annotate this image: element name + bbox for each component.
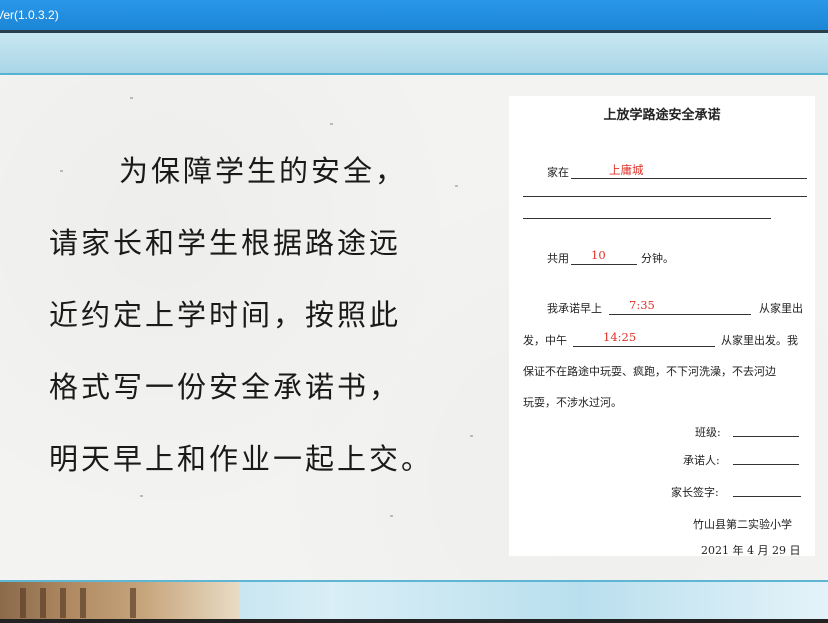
promise-document-image: 上放学路途安全承诺 家在 上庸城 共用 10 分钟。 我承诺早上 7:35 从家…: [509, 96, 815, 557]
slide-footer-band: [0, 580, 828, 623]
instruction-line: 格式写一份安全承诺书，: [49, 370, 402, 404]
class-underline: [733, 436, 799, 437]
class-label: 班级:: [695, 426, 721, 439]
address-underline: [523, 196, 807, 197]
address-underline: [523, 218, 771, 219]
building-window: [20, 588, 26, 618]
building-window: [40, 588, 46, 618]
document-title: 上放学路途安全承诺: [603, 108, 721, 123]
noon-suffix: 从家里出发。我: [721, 334, 798, 347]
building-window: [80, 588, 86, 618]
time-label: 共用: [547, 252, 569, 265]
building-window: [130, 588, 136, 618]
instruction-line: 明天早上和作业一起上交。: [49, 442, 434, 476]
noon-prefix: 发，中午: [523, 334, 567, 347]
paper-speck: [390, 515, 393, 517]
time-value: 10: [591, 248, 606, 262]
instruction-text: 为保障学生的安全， 请家长和学生根据路途远 近约定上学时间，按照此 格式写一份安…: [49, 143, 459, 503]
noon-time: 14:25: [603, 330, 637, 344]
promisor-underline: [733, 464, 799, 465]
time-underline: [571, 264, 637, 265]
morning-time: 7:35: [629, 298, 655, 312]
home-underline: [571, 178, 807, 179]
guarantee-line: 玩耍，不涉水过河。: [523, 396, 622, 409]
instruction-line: 为保障学生的安全，: [119, 154, 408, 188]
bottom-edge: [0, 619, 828, 623]
paper-speck: [130, 97, 133, 99]
guarantee-line: 保证不在路途中玩耍、疯跑，不下河洗澡，不去河边: [523, 365, 776, 378]
parent-signature-underline: [733, 496, 801, 497]
instruction-line: 近约定上学时间，按照此: [49, 298, 402, 332]
building-window: [60, 588, 66, 618]
parent-signature-label: 家长签字:: [671, 486, 719, 499]
morning-suffix: 从家里出: [759, 302, 803, 315]
time-unit: 分钟。: [641, 252, 674, 265]
noon-underline: [573, 346, 715, 347]
title-bar: Ver(1.0.3.2): [0, 0, 828, 30]
window-title: Ver(1.0.3.2): [0, 8, 59, 22]
promisor-label: 承诺人:: [683, 454, 720, 467]
document-date: 2021 年 4 月 29 日: [701, 544, 801, 557]
home-label: 家在: [547, 166, 569, 179]
paper-speck: [330, 123, 333, 125]
building-photo: [0, 582, 240, 623]
home-value: 上庸城: [609, 163, 644, 177]
paper-speck: [470, 435, 473, 437]
school-name: 竹山县第二实验小学: [693, 518, 792, 531]
slide-header-band: [0, 33, 828, 75]
instruction-line: 请家长和学生根据路途远: [49, 226, 402, 260]
morning-underline: [609, 314, 751, 315]
morning-label: 我承诺早上: [547, 302, 602, 315]
